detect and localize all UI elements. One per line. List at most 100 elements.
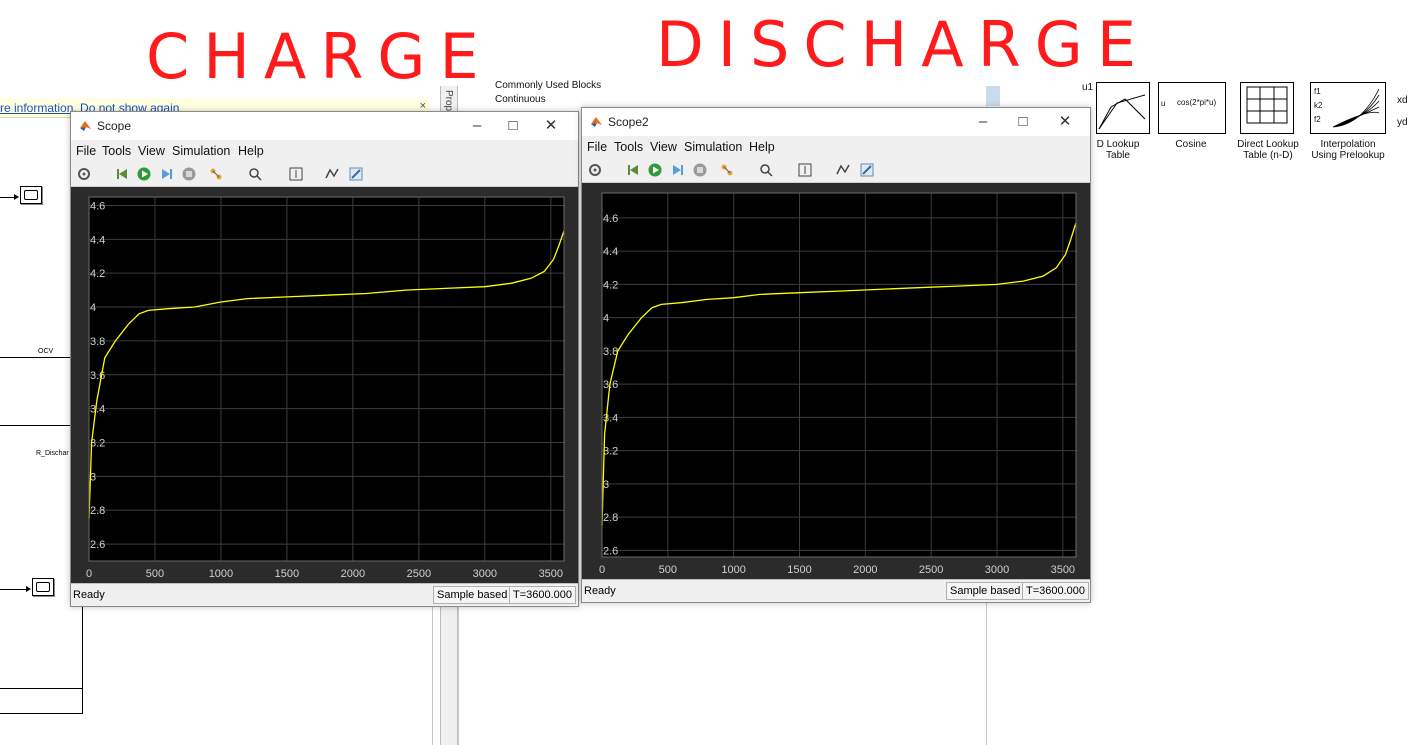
plot-area[interactable]: 0 500 1000 1500 2000 2500 3000 3500 2.6 2.8 3 3.2 3.… [71, 187, 578, 584]
settings-gear-icon[interactable] [588, 163, 602, 177]
signal-line [82, 600, 83, 714]
y-tick-label: 3.8 [90, 336, 105, 348]
x-tick-label: 500 [659, 564, 677, 576]
fit-axes-icon[interactable] [798, 163, 812, 177]
block-caption: Cosine [1175, 139, 1207, 150]
scope-title: Scope2 [608, 115, 649, 129]
panel-divider [458, 600, 459, 745]
menu-file[interactable]: File [587, 140, 607, 154]
signal-line [0, 688, 83, 689]
highlight-block-icon[interactable] [720, 163, 734, 177]
block-caption: Direct Lookup Table (n-D) [1237, 139, 1299, 161]
block-caption: Interpolation Using Prelookup [1311, 139, 1385, 161]
interpolation-block[interactable]: f1 k2 f2 [1310, 82, 1386, 134]
cosine-block[interactable]: u cos(2*pi*u) [1158, 82, 1226, 134]
triggers-icon[interactable] [836, 163, 850, 177]
y-tick-label: 4.4 [90, 234, 105, 246]
signal-line [0, 589, 27, 590]
triggers-icon[interactable] [325, 167, 339, 181]
display-block[interactable] [20, 186, 42, 204]
close-icon[interactable]: ✕ [1050, 112, 1080, 132]
signal-line [0, 425, 70, 426]
step-forward-icon[interactable] [671, 163, 685, 177]
x-tick-label: 2000 [853, 564, 877, 576]
signal-line [0, 197, 15, 198]
x-tick-label: 2000 [341, 568, 365, 580]
menu-tools[interactable]: Tools [614, 140, 643, 154]
menu-file[interactable]: File [76, 144, 96, 158]
y-tick-label: 4.2 [603, 279, 618, 291]
run-icon[interactable] [648, 163, 662, 177]
y-tick-label: 4.2 [90, 268, 105, 280]
library-collapse-button[interactable] [986, 86, 1000, 106]
x-tick-label: 2500 [919, 564, 943, 576]
property-tab-label: Prop [443, 90, 454, 112]
matlab-logo-icon [591, 117, 602, 127]
port-label: yd [1397, 117, 1408, 128]
x-tick-label: 1500 [275, 568, 299, 580]
x-tick-label: 3000 [985, 564, 1009, 576]
cosine-port: u [1161, 99, 1166, 108]
y-tick-label: 2.8 [90, 505, 105, 517]
x-tick-label: 3500 [539, 568, 563, 580]
scope-title-bar[interactable]: Scope2 – □ ✕ [582, 108, 1090, 136]
minimize-icon[interactable]: – [462, 116, 492, 136]
style-pen-icon[interactable] [349, 167, 363, 181]
style-pen-icon[interactable] [860, 163, 874, 177]
maximize-icon[interactable]: □ [1008, 112, 1038, 132]
zoom-in-icon[interactable] [759, 163, 773, 177]
sample-mode: Sample based [946, 582, 1025, 600]
x-tick-label: 1000 [209, 568, 233, 580]
menu-help[interactable]: Help [749, 140, 775, 154]
step-back-icon[interactable] [626, 163, 640, 177]
library-category[interactable]: Commonly Used Blocks [495, 80, 601, 91]
port-label: u1 [1082, 82, 1094, 93]
scope-title-bar[interactable]: Scope – □ ✕ [71, 112, 578, 140]
y-tick-label: 4.4 [603, 246, 618, 258]
grid-icon [1246, 86, 1288, 124]
sim-time: T=3600.000 [1022, 582, 1090, 600]
menu-tools[interactable]: Tools [102, 144, 131, 158]
stop-icon[interactable] [693, 163, 707, 177]
status-ready: Ready [73, 589, 105, 601]
scope-chart: 0 500 1000 1500 2000 2500 3000 35002.62.833.23.… [599, 192, 1077, 576]
scope-toolbar [71, 162, 578, 187]
r-discharge-label: R_Dischar [36, 450, 69, 457]
plot-area[interactable]: 0 500 1000 1500 2000 2500 3000 3500 2.6 2.8 3 3.2 3.… [582, 183, 1090, 580]
scope2-window: Scope2 – □ ✕ File Tools View Simulation … [581, 107, 1091, 603]
menu-view[interactable]: View [650, 140, 677, 154]
lookup-table-block[interactable] [1096, 82, 1150, 134]
menu-bar: File Tools View Simulation Help [582, 136, 1090, 158]
y-tick-label: 3.2 [603, 446, 618, 458]
x-tick-label: 3500 [1051, 564, 1075, 576]
close-icon[interactable]: ✕ [536, 116, 566, 136]
axes-background [602, 193, 1076, 557]
menu-help[interactable]: Help [238, 144, 264, 158]
minimize-icon[interactable]: – [968, 112, 998, 132]
menu-simulation[interactable]: Simulation [684, 140, 742, 154]
library-category[interactable]: Continuous [495, 94, 546, 105]
scope-chart: 0 500 1000 1500 2000 2500 3000 35002.62.833.23.… [86, 196, 565, 580]
run-icon[interactable] [137, 167, 151, 181]
status-bar: Ready Sample based T=3600.000 [71, 583, 578, 606]
fit-axes-icon[interactable] [289, 167, 303, 181]
matlab-logo-icon [80, 121, 91, 131]
lookup-graph-icon [1098, 94, 1146, 130]
menu-simulation[interactable]: Simulation [172, 144, 230, 158]
menu-view[interactable]: View [138, 144, 165, 158]
y-tick-label: 2.6 [603, 545, 618, 557]
menu-bar: File Tools View Simulation Help [71, 140, 578, 162]
display-block[interactable] [32, 578, 54, 596]
scope-title: Scope [97, 119, 132, 133]
step-back-icon[interactable] [115, 167, 129, 181]
y-tick-label: 4 [90, 302, 96, 314]
maximize-icon[interactable]: □ [498, 116, 528, 136]
settings-gear-icon[interactable] [77, 167, 91, 181]
zoom-in-icon[interactable] [248, 167, 262, 181]
stop-icon[interactable] [182, 167, 196, 181]
highlight-block-icon[interactable] [209, 167, 223, 181]
ocv-label: OCV [38, 348, 54, 355]
x-tick-label: 1000 [721, 564, 745, 576]
direct-lookup-block[interactable] [1240, 82, 1294, 134]
step-forward-icon[interactable] [160, 167, 174, 181]
